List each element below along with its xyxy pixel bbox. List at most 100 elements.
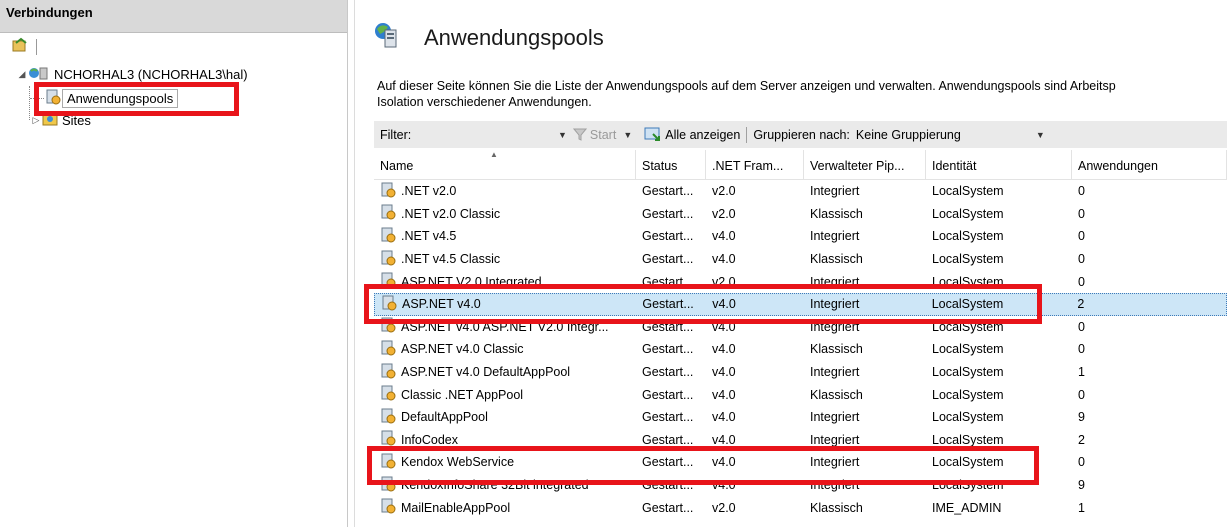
table-cell-status: Gestart... (636, 297, 706, 311)
table-cell-net: v4.0 (706, 410, 804, 424)
show-all-button[interactable]: Alle anzeigen (644, 127, 740, 142)
group-by-dropdown-icon[interactable]: ▼ (1036, 130, 1045, 140)
tree-connector (30, 97, 44, 99)
app-pool-icon (379, 385, 397, 404)
table-cell-pipeline: Integriert (804, 275, 926, 289)
table-row[interactable]: Classic .NET AppPool Gestart... v4.0 Klassi… (374, 383, 1227, 406)
table-cell-apps: 1 (1072, 501, 1227, 515)
start-dropdown-icon[interactable]: ▼ (623, 130, 632, 140)
table-row[interactable]: ASP.NET v4.0 Gestart... v4.0 Integriert Loca… (374, 292, 1227, 316)
table-cell-net: v2.0 (706, 501, 804, 515)
cell-text: v4.0 (712, 410, 736, 425)
table-cell-apps: 0 (1072, 184, 1227, 198)
tree-item-app-pools-label: Anwendungspools (62, 88, 179, 108)
table-cell-pipeline: Integriert (804, 410, 926, 424)
tree-item-server[interactable]: ◢ NCHORHAL3 (NCHORHAL3\hal) (16, 64, 252, 84)
show-all-icon (644, 127, 661, 141)
connect-icon[interactable] (12, 37, 28, 56)
cell-text: v2.0 (712, 274, 736, 289)
cell-text: .NET v4.5 Classic (401, 252, 501, 267)
table-cell-name: ASP.NET v4.0 DefaultAppPool (374, 363, 636, 382)
cell-text: .NET v2.0 (401, 184, 457, 199)
column-header-name[interactable]: ▲ Name (374, 150, 636, 179)
start-label: Start (589, 127, 617, 142)
table-row[interactable]: MailEnableAppPool Gestart... v2.0 Klassisch… (374, 496, 1227, 519)
table-row[interactable]: Kendox WebService Gestart... v4.0 Integrier… (374, 451, 1227, 474)
expand-icon[interactable]: ▷ (30, 115, 42, 126)
table-cell-status: Gestart... (636, 320, 706, 334)
cell-text: Integriert (810, 319, 860, 334)
table-cell-name: InfoCodex (374, 430, 636, 449)
cell-text: 9 (1078, 478, 1085, 493)
collapse-icon[interactable]: ◢ (16, 69, 28, 80)
table-cell-net: v4.0 (706, 320, 804, 334)
table-cell-identity: LocalSystem (926, 365, 1072, 379)
table-row[interactable]: DefaultAppPool Gestart... v4.0 Integriert Lo… (374, 406, 1227, 429)
cell-text: ASP.NET v4.0 DefaultAppPool (401, 365, 571, 380)
column-header-net-framework[interactable]: .NET Fram... (706, 150, 804, 179)
column-header-pipeline[interactable]: Verwalteter Pip... (804, 150, 926, 179)
app-pool-icon (44, 89, 62, 108)
table-row[interactable]: ASP.NET v4.0 ASP.NET V2.0 Integr... Gesta… (374, 316, 1227, 339)
cell-text: LocalSystem (932, 455, 1004, 470)
filter-label: Filter: (380, 127, 412, 142)
start-filter-button[interactable]: Start ▼ (572, 127, 638, 142)
cell-text: 0 (1078, 206, 1085, 221)
cell-text: 0 (1078, 319, 1085, 334)
filter-input[interactable]: Filter: (374, 128, 558, 142)
cell-text: ASP.NET v4.0 ASP.NET V2.0 Integr... (401, 319, 609, 334)
table-row[interactable]: InfoCodex Gestart... v4.0 Integriert LocalSy… (374, 429, 1227, 452)
table-row[interactable]: .NET v4.5 Gestart... v4.0 Integriert LocalSy… (374, 225, 1227, 248)
cell-text: Klassisch (810, 342, 863, 357)
group-by-label: Gruppieren nach: (753, 127, 850, 142)
cell-text: Classic .NET AppPool (401, 387, 524, 402)
cell-text: LocalSystem (932, 229, 1004, 244)
table-row[interactable]: .NET v4.5 Classic Gestart... v4.0 Klassisch… (374, 248, 1227, 271)
table-row[interactable]: ASP.NET v4.0 DefaultAppPool Gestart... v4.… (374, 361, 1227, 384)
cell-text: Gestart... (642, 274, 694, 289)
page-title: Anwendungspools (424, 24, 604, 50)
cell-text: Klassisch (810, 252, 863, 267)
column-header-status[interactable]: Status (636, 150, 706, 179)
cell-text: 0 (1078, 184, 1085, 199)
table-row[interactable]: .NET v2.0 Gestart... v2.0 Integriert LocalSy… (374, 180, 1227, 203)
table-row[interactable]: ASP.NET v4.0 Classic Gestart... v4.0 Klassi… (374, 338, 1227, 361)
table-cell-name: ASP.NET v4.0 Classic (374, 340, 636, 359)
app-pool-icon (379, 498, 397, 517)
table-cell-identity: LocalSystem (926, 478, 1072, 492)
table-cell-identity: LocalSystem (926, 342, 1072, 356)
tree-item-sites[interactable]: ▷ Sites (30, 110, 95, 130)
tree-item-app-pools[interactable]: Anwendungspools (30, 88, 179, 108)
app-pool-icon (379, 453, 397, 472)
table-row[interactable]: KendoxInfoShare 32Bit integrated Gestart.… (374, 474, 1227, 497)
cell-text: LocalSystem (931, 297, 1004, 312)
table-cell-identity: LocalSystem (926, 410, 1072, 424)
group-by-select[interactable]: Keine Gruppierung (856, 128, 1036, 142)
table-cell-pipeline: Klassisch (804, 207, 926, 221)
panel-splitter[interactable] (354, 0, 360, 527)
table-row[interactable]: ASP.NET V2.0 Integrated Gestart... v2.0 Int… (374, 270, 1227, 293)
cell-text: v4.0 (712, 432, 736, 447)
table-row[interactable]: .NET v2.0 Classic Gestart... v2.0 Klassisch… (374, 203, 1227, 226)
table-cell-identity: LocalSystem (926, 229, 1072, 243)
cell-text: Integriert (810, 297, 860, 312)
column-header-applications[interactable]: Anwendungen (1072, 150, 1227, 179)
cell-text: .NET v2.0 Classic (401, 206, 501, 221)
column-header-identity[interactable]: Identität (926, 150, 1072, 179)
cell-text: Gestart... (642, 319, 694, 334)
cell-text: Integriert (810, 184, 860, 199)
table-cell-identity: LocalSystem (926, 455, 1072, 469)
cell-text: 2 (1078, 432, 1085, 447)
table-cell-apps: 0 (1072, 207, 1227, 221)
table-cell-apps: 2 (1071, 297, 1226, 311)
table-cell-status: Gestart... (636, 365, 706, 379)
table-cell-status: Gestart... (636, 388, 706, 402)
app-pool-icon (379, 272, 397, 291)
app-pool-icon (379, 408, 397, 427)
table-cell-status: Gestart... (636, 207, 706, 221)
cell-text: LocalSystem (932, 274, 1004, 289)
filter-dropdown-icon[interactable]: ▼ (558, 130, 567, 140)
table-cell-pipeline: Klassisch (804, 252, 926, 266)
table-cell-name: ASP.NET v4.0 ASP.NET V2.0 Integr... (374, 317, 636, 336)
table-cell-status: Gestart... (636, 229, 706, 243)
